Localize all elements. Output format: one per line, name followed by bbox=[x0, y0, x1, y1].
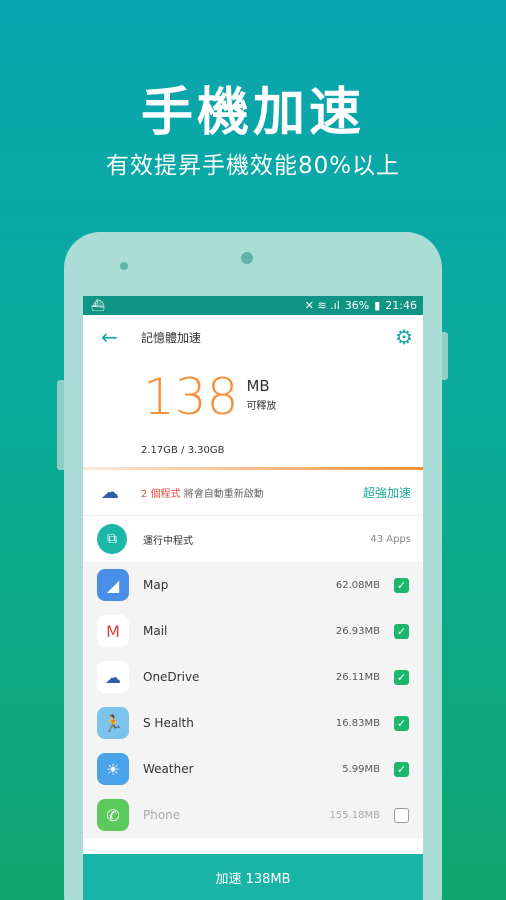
app-size: 26.11MB bbox=[335, 671, 380, 683]
app-checkbox[interactable]: ✓ bbox=[394, 669, 409, 685]
app-checkbox[interactable]: ✓ bbox=[394, 761, 409, 777]
app-size: 155.18MB bbox=[329, 809, 380, 821]
weather-icon: ☀ bbox=[97, 753, 129, 785]
running-apps-icon: ⧉ bbox=[97, 524, 127, 554]
onedrive-icon: ☁ bbox=[101, 482, 119, 503]
mail-icon: M bbox=[97, 615, 129, 647]
status-bar: ⛴ ✕ ≋ .ıl 36% ▮ 21:46 bbox=[83, 296, 423, 315]
app-size: 26.93MB bbox=[335, 625, 380, 637]
memory-summary: 138 MB 可釋放 bbox=[83, 369, 423, 425]
app-name: Mail bbox=[143, 624, 168, 638]
memory-ratio: 2.17GB / 3.30GB bbox=[141, 445, 225, 456]
app-row[interactable]: M Mail 26.93MB ✓ bbox=[83, 608, 423, 654]
signal-icons: ✕ ≋ .ıl bbox=[304, 299, 340, 312]
app-size: 62.08MB bbox=[335, 579, 380, 591]
app-row[interactable]: ☁ OneDrive 26.11MB ✓ bbox=[83, 654, 423, 700]
battery-icon: ▮ bbox=[374, 299, 381, 312]
s-health-icon: 🏃 bbox=[97, 707, 129, 739]
onedrive-icon: ☁ bbox=[97, 661, 129, 693]
running-apps-label: 運行中程式 bbox=[143, 535, 193, 547]
running-apps-header: ⧉ 運行中程式 43 Apps bbox=[83, 516, 423, 562]
app-size: 5.99MB bbox=[342, 763, 380, 775]
phone-camera bbox=[241, 252, 253, 264]
gear-icon[interactable]: ⚙ bbox=[395, 325, 413, 349]
app-checkbox[interactable] bbox=[394, 807, 409, 823]
phone-icon: ✆ bbox=[97, 799, 129, 831]
restart-notice: ☁ 2 個程式 將會自動重新啟動 超強加速 bbox=[83, 470, 423, 516]
app-row[interactable]: ◢ Map 62.08MB ✓ bbox=[83, 562, 423, 608]
map-icon: ◢ bbox=[97, 569, 129, 601]
promo-subline: 有效提昇手機效能80%以上 bbox=[105, 153, 401, 179]
clock: 21:46 bbox=[385, 299, 417, 312]
promo-headline: 手機加速 bbox=[140, 83, 365, 143]
app-checkbox[interactable]: ✓ bbox=[394, 577, 409, 593]
app-row[interactable]: ✆ Phone 155.18MB bbox=[83, 792, 423, 838]
boost-button[interactable]: 加速 138MB bbox=[83, 854, 423, 900]
notice-text: 將會自動重新啟動 bbox=[180, 489, 264, 500]
app-row[interactable]: 🏃 S Health 16.83MB ✓ bbox=[83, 700, 423, 746]
app-name: S Health bbox=[143, 716, 194, 730]
app-row[interactable]: ☀ Weather 5.99MB ✓ bbox=[83, 746, 423, 792]
memory-amount: 138 bbox=[143, 368, 239, 426]
app-name: Phone bbox=[143, 808, 181, 822]
battery-level: 36% bbox=[344, 299, 370, 312]
app-name: Weather bbox=[143, 762, 194, 776]
memory-unit: MB bbox=[246, 377, 270, 395]
running-apps-count: 43 Apps bbox=[370, 533, 411, 545]
notice-count: 2 個程式 bbox=[141, 489, 181, 500]
memory-label: 可釋放 bbox=[246, 401, 277, 412]
app-notification-icon: ⛴ bbox=[91, 299, 105, 312]
phone-screen: ⛴ ✕ ≋ .ıl 36% ▮ 21:46 ← 記憶體加速 ⚙ 138 MB 可… bbox=[83, 296, 423, 900]
app-name: Map bbox=[143, 578, 169, 592]
app-list: ◢ Map 62.08MB ✓ M Mail 26.93MB ✓ ☁ OneDrive 26.11M… bbox=[83, 562, 423, 838]
app-name: OneDrive bbox=[143, 670, 200, 684]
phone-power-button bbox=[441, 332, 448, 380]
back-arrow-icon[interactable]: ← bbox=[101, 325, 141, 349]
app-size: 16.83MB bbox=[335, 717, 380, 729]
app-bar: ← 記憶體加速 ⚙ bbox=[83, 315, 423, 359]
phone-sensor bbox=[120, 262, 128, 270]
super-boost-link[interactable]: 超強加速 bbox=[363, 484, 411, 501]
page-title: 記憶體加速 bbox=[141, 330, 202, 345]
app-checkbox[interactable]: ✓ bbox=[394, 715, 409, 731]
app-checkbox[interactable]: ✓ bbox=[394, 623, 409, 639]
